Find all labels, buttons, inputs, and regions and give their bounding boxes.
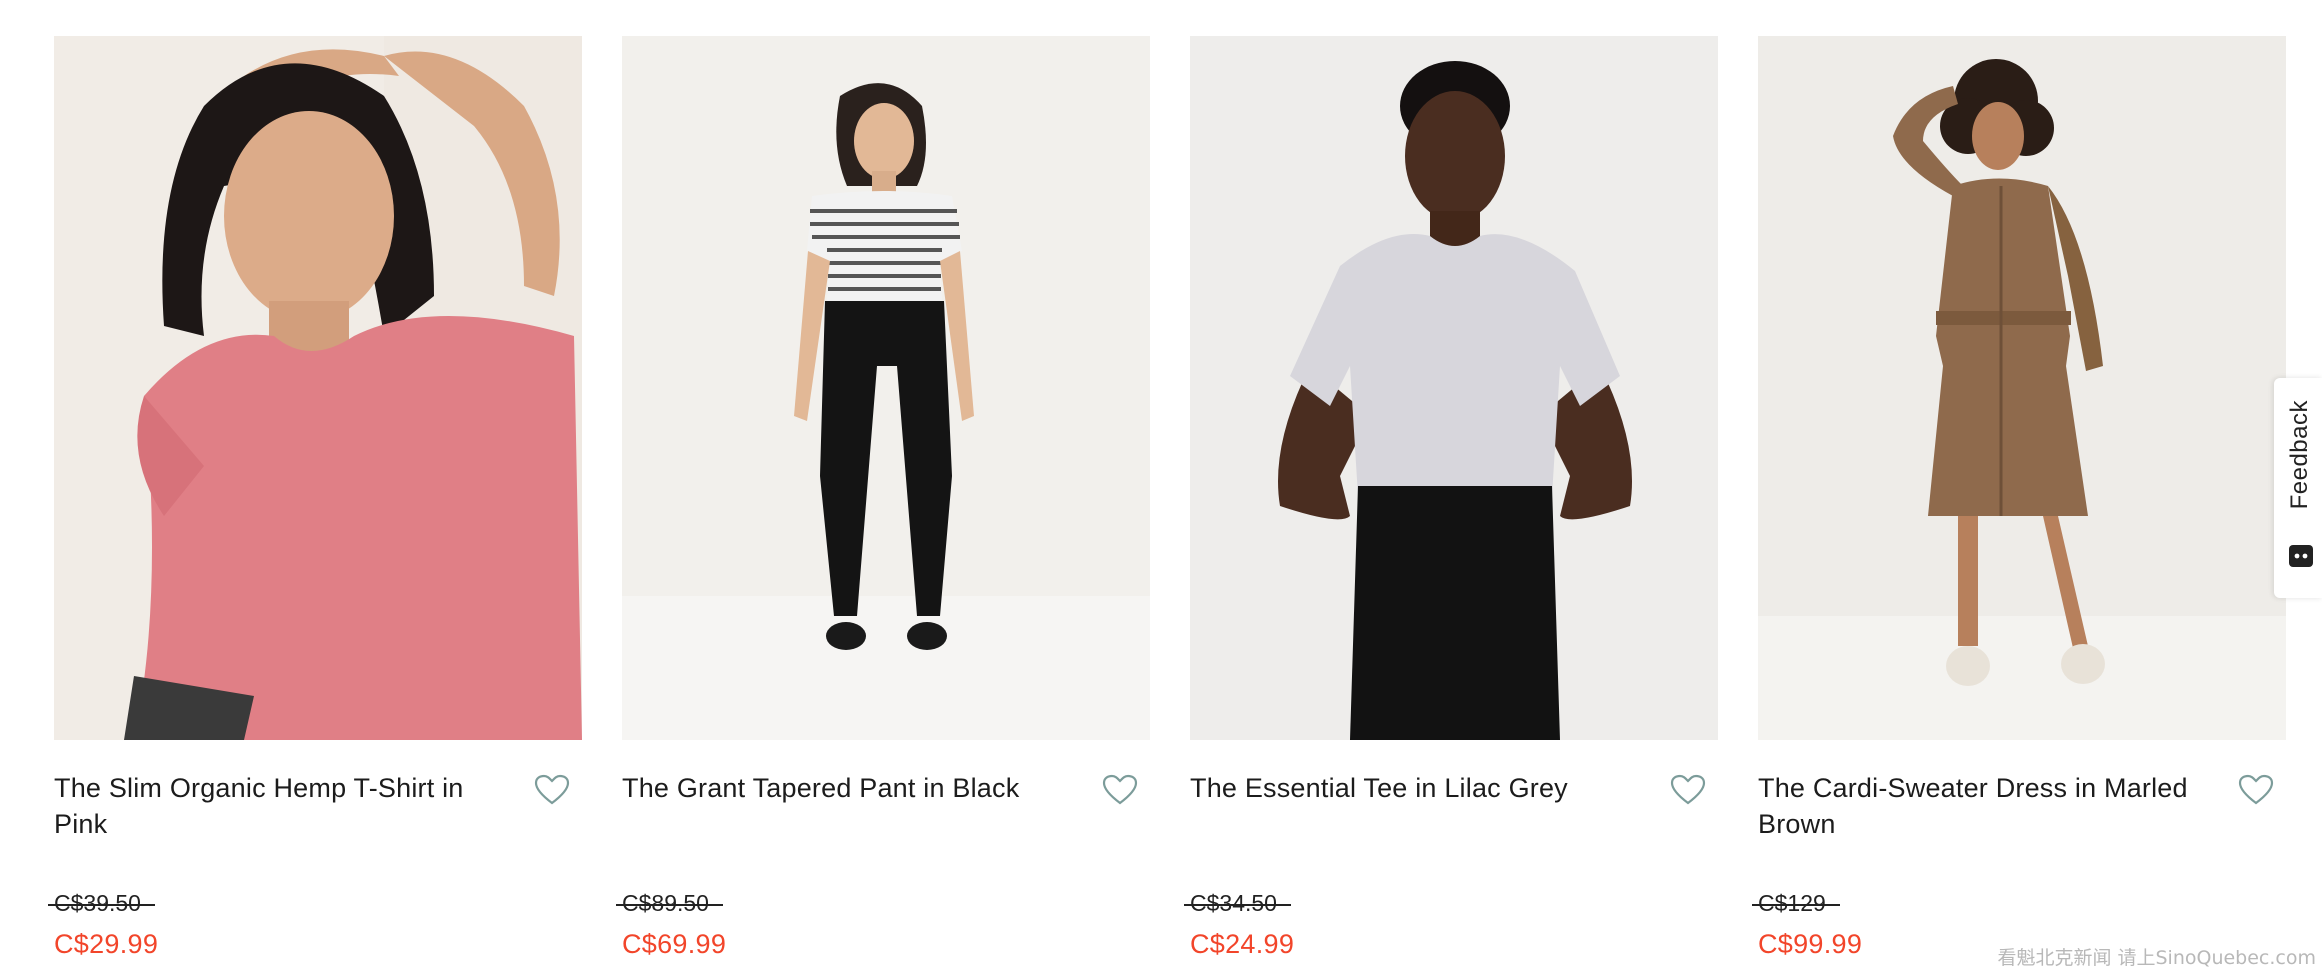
product-image[interactable]: [1758, 36, 2286, 740]
original-price: C$129: [1752, 890, 1840, 917]
wishlist-heart-icon[interactable]: [534, 774, 570, 806]
product-card[interactable]: The Slim Organic Hemp T-Shirt in Pink C$…: [48, 36, 582, 959]
watermark-text: 看魁北克新闻 请上SinoQuebec.com: [1997, 947, 2316, 969]
product-image[interactable]: [1190, 36, 1718, 740]
feedback-tab[interactable]: Feedback: [2274, 378, 2322, 598]
product-listing-page: The Slim Organic Hemp T-Shirt in Pink C$…: [0, 0, 2322, 976]
price-block: C$89.50 C$69.99: [616, 890, 727, 960]
wishlist-heart-icon[interactable]: [1102, 774, 1138, 806]
product-info: The Essential Tee in Lilac Grey C$34.50 …: [1184, 770, 1718, 959]
product-info: The Slim Organic Hemp T-Shirt in Pink C$…: [48, 770, 582, 959]
product-info: The Grant Tapered Pant in Black C$89.50 …: [616, 770, 1150, 959]
feedback-label: Feedback: [2286, 400, 2313, 510]
price-block: C$39.50 C$29.99: [48, 890, 159, 960]
model-photo-pink-tee: [54, 36, 582, 740]
sale-price: C$29.99: [54, 929, 159, 959]
model-photo-lilac-tee: [1190, 36, 1718, 740]
price-block: C$129 C$99.99: [1752, 890, 1863, 960]
product-name[interactable]: The Grant Tapered Pant in Black: [622, 770, 1072, 806]
price-block: C$34.50 C$24.99: [1184, 890, 1295, 960]
model-photo-black-pant: [622, 36, 1150, 740]
product-grid: The Slim Organic Hemp T-Shirt in Pink C$…: [48, 36, 2286, 959]
product-card[interactable]: The Cardi-Sweater Dress in Marled Brown …: [1752, 36, 2286, 959]
product-card[interactable]: The Essential Tee in Lilac Grey C$34.50 …: [1184, 36, 1718, 959]
original-price: C$89.50: [616, 890, 723, 917]
product-info: The Cardi-Sweater Dress in Marled Brown …: [1752, 770, 2286, 959]
product-name[interactable]: The Essential Tee in Lilac Grey: [1190, 770, 1640, 806]
product-name[interactable]: The Slim Organic Hemp T-Shirt in Pink: [54, 770, 504, 842]
wishlist-heart-icon[interactable]: [1670, 774, 1706, 806]
sale-price: C$99.99: [1758, 929, 1863, 959]
product-name[interactable]: The Cardi-Sweater Dress in Marled Brown: [1758, 770, 2208, 842]
feedback-chat-icon: [2288, 544, 2314, 572]
sale-price: C$69.99: [622, 929, 727, 959]
product-card[interactable]: The Grant Tapered Pant in Black C$89.50 …: [616, 36, 1150, 959]
product-image[interactable]: [54, 36, 582, 740]
original-price: C$34.50: [1184, 890, 1291, 917]
product-image[interactable]: [622, 36, 1150, 740]
model-photo-sweater-dress: [1758, 36, 2286, 740]
original-price: C$39.50: [48, 890, 155, 917]
wishlist-heart-icon[interactable]: [2238, 774, 2274, 806]
sale-price: C$24.99: [1190, 929, 1295, 959]
